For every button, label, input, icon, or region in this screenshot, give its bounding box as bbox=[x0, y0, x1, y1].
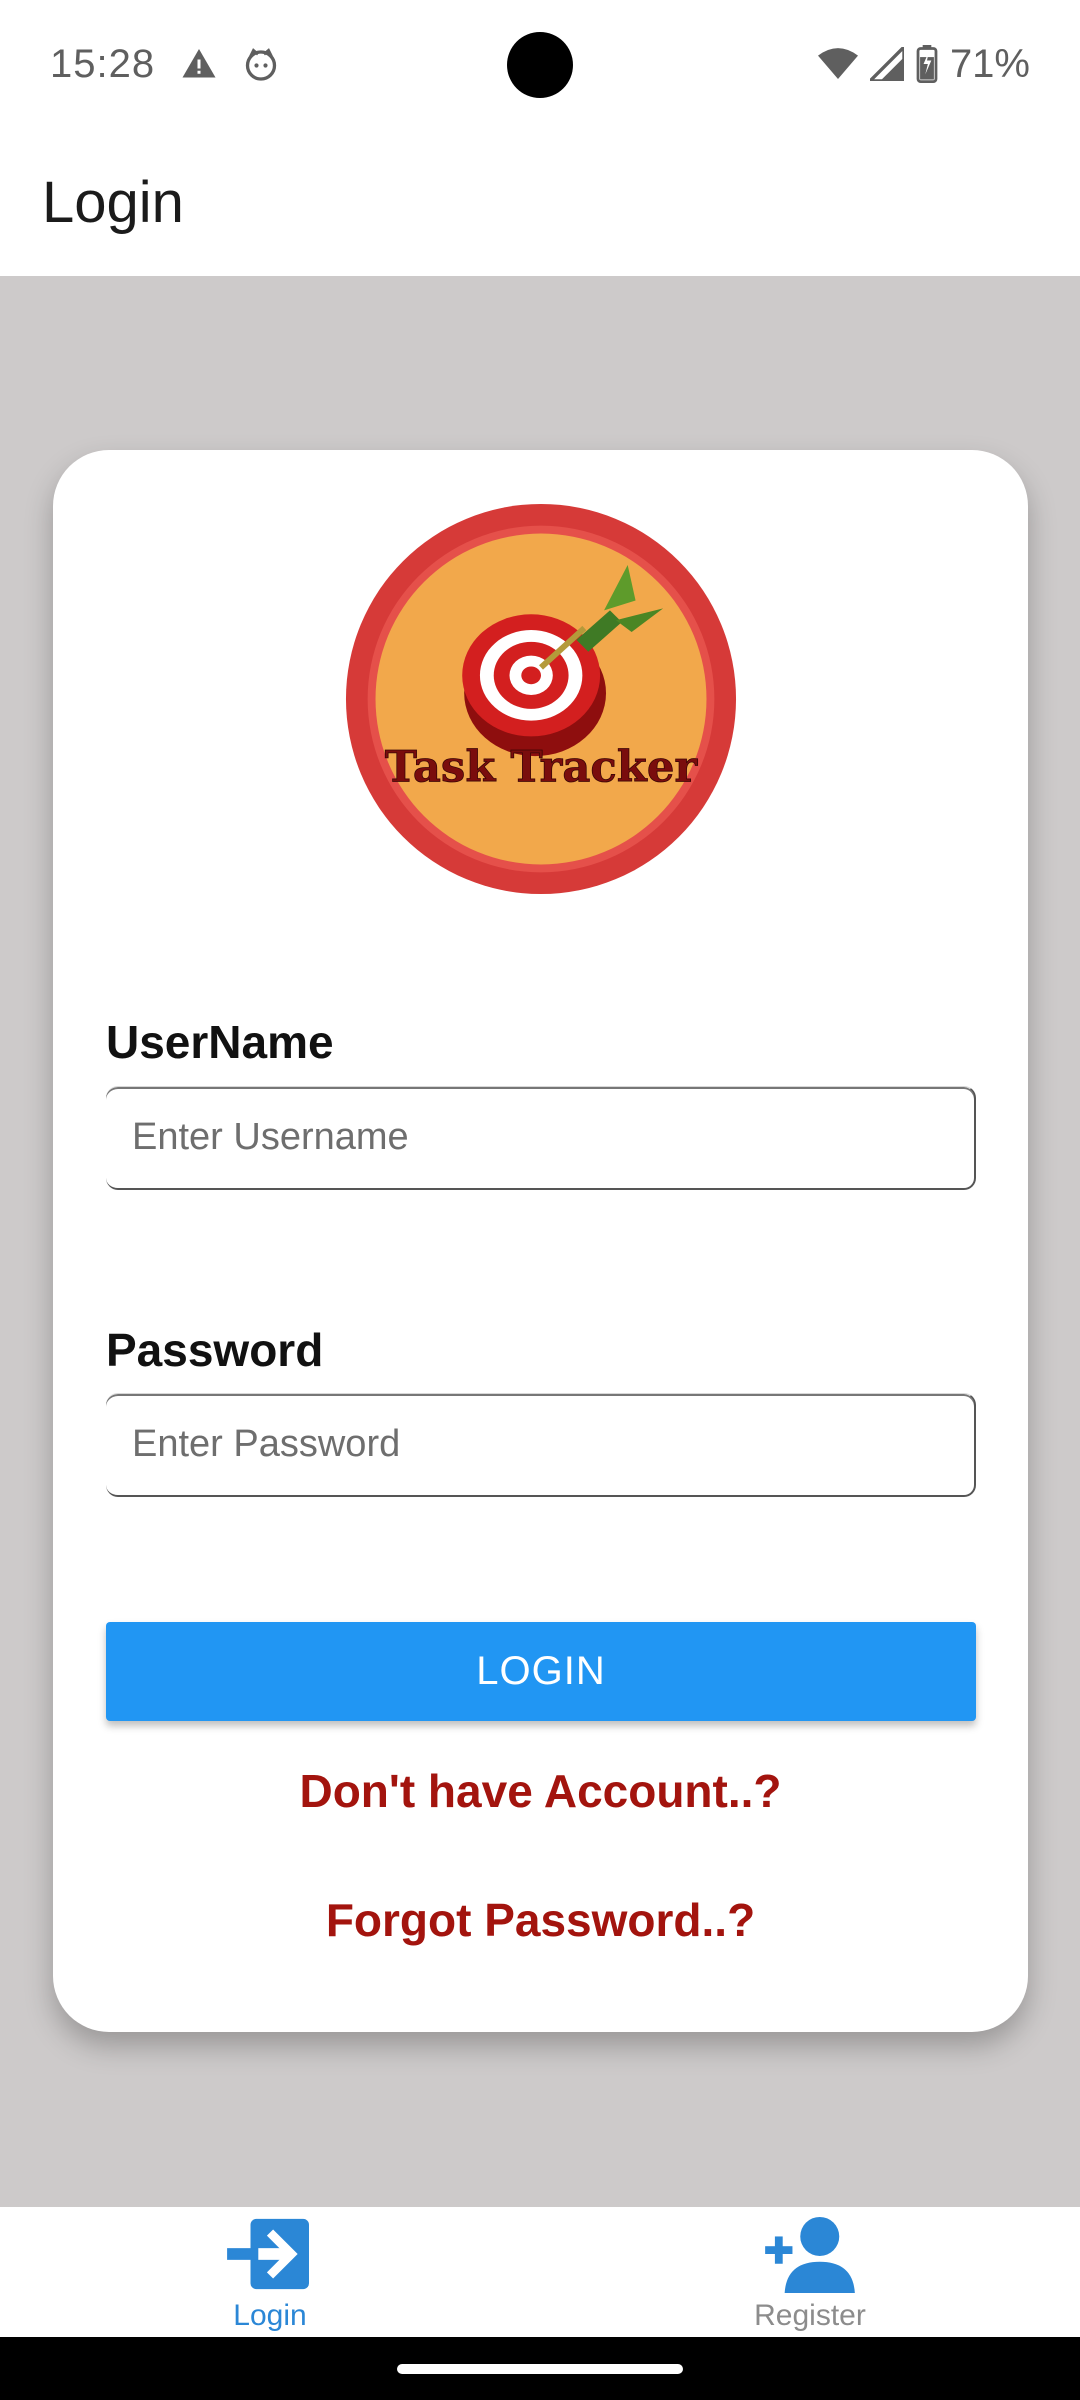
battery-icon bbox=[916, 45, 938, 83]
status-right: 71% bbox=[817, 41, 1030, 87]
username-input[interactable] bbox=[106, 1087, 974, 1188]
wifi-icon bbox=[817, 48, 858, 79]
login-screen: 15:28 71% Login Task Tracker UserName En… bbox=[0, 0, 1080, 2400]
nav-item-register[interactable]: Register bbox=[540, 2207, 1080, 2337]
battery-percent: 71% bbox=[949, 41, 1030, 86]
nav-item-login[interactable]: Login bbox=[0, 2207, 540, 2337]
status-time: 15:28 bbox=[50, 41, 156, 86]
login-card: Task Tracker UserName Password LOGIN Don… bbox=[53, 450, 1028, 2032]
register-link[interactable]: Don't have Account..? bbox=[53, 1764, 1028, 1818]
username-label: UserName bbox=[106, 1016, 334, 1068]
password-input[interactable] bbox=[106, 1394, 974, 1495]
login-button[interactable]: LOGIN bbox=[106, 1622, 976, 1721]
logo-text: Task Tracker bbox=[385, 742, 699, 793]
login-icon bbox=[227, 2218, 309, 2290]
bottom-navigation: Login Register bbox=[0, 2207, 1080, 2337]
home-gesture-bar[interactable] bbox=[397, 2364, 683, 2374]
warning-icon bbox=[182, 49, 216, 78]
username-field-container bbox=[106, 1086, 976, 1190]
camera-cutout bbox=[507, 32, 573, 98]
task-tracker-logo: Task Tracker bbox=[345, 503, 737, 895]
forgot-password-link[interactable]: Forgot Password..? bbox=[53, 1893, 1028, 1947]
password-field-container bbox=[106, 1393, 976, 1497]
signal-icon bbox=[869, 47, 904, 81]
status-bar: 15:28 71% bbox=[0, 0, 1080, 128]
add-user-icon bbox=[765, 2216, 855, 2293]
nav-label-register: Register bbox=[754, 2299, 866, 2332]
password-label: Password bbox=[106, 1324, 324, 1376]
status-left: 15:28 bbox=[50, 42, 279, 87]
page-title: Login bbox=[42, 169, 184, 235]
nav-label-login: Login bbox=[233, 2299, 307, 2332]
app-bar: Login bbox=[0, 128, 1080, 276]
cat-face-icon bbox=[245, 48, 277, 81]
